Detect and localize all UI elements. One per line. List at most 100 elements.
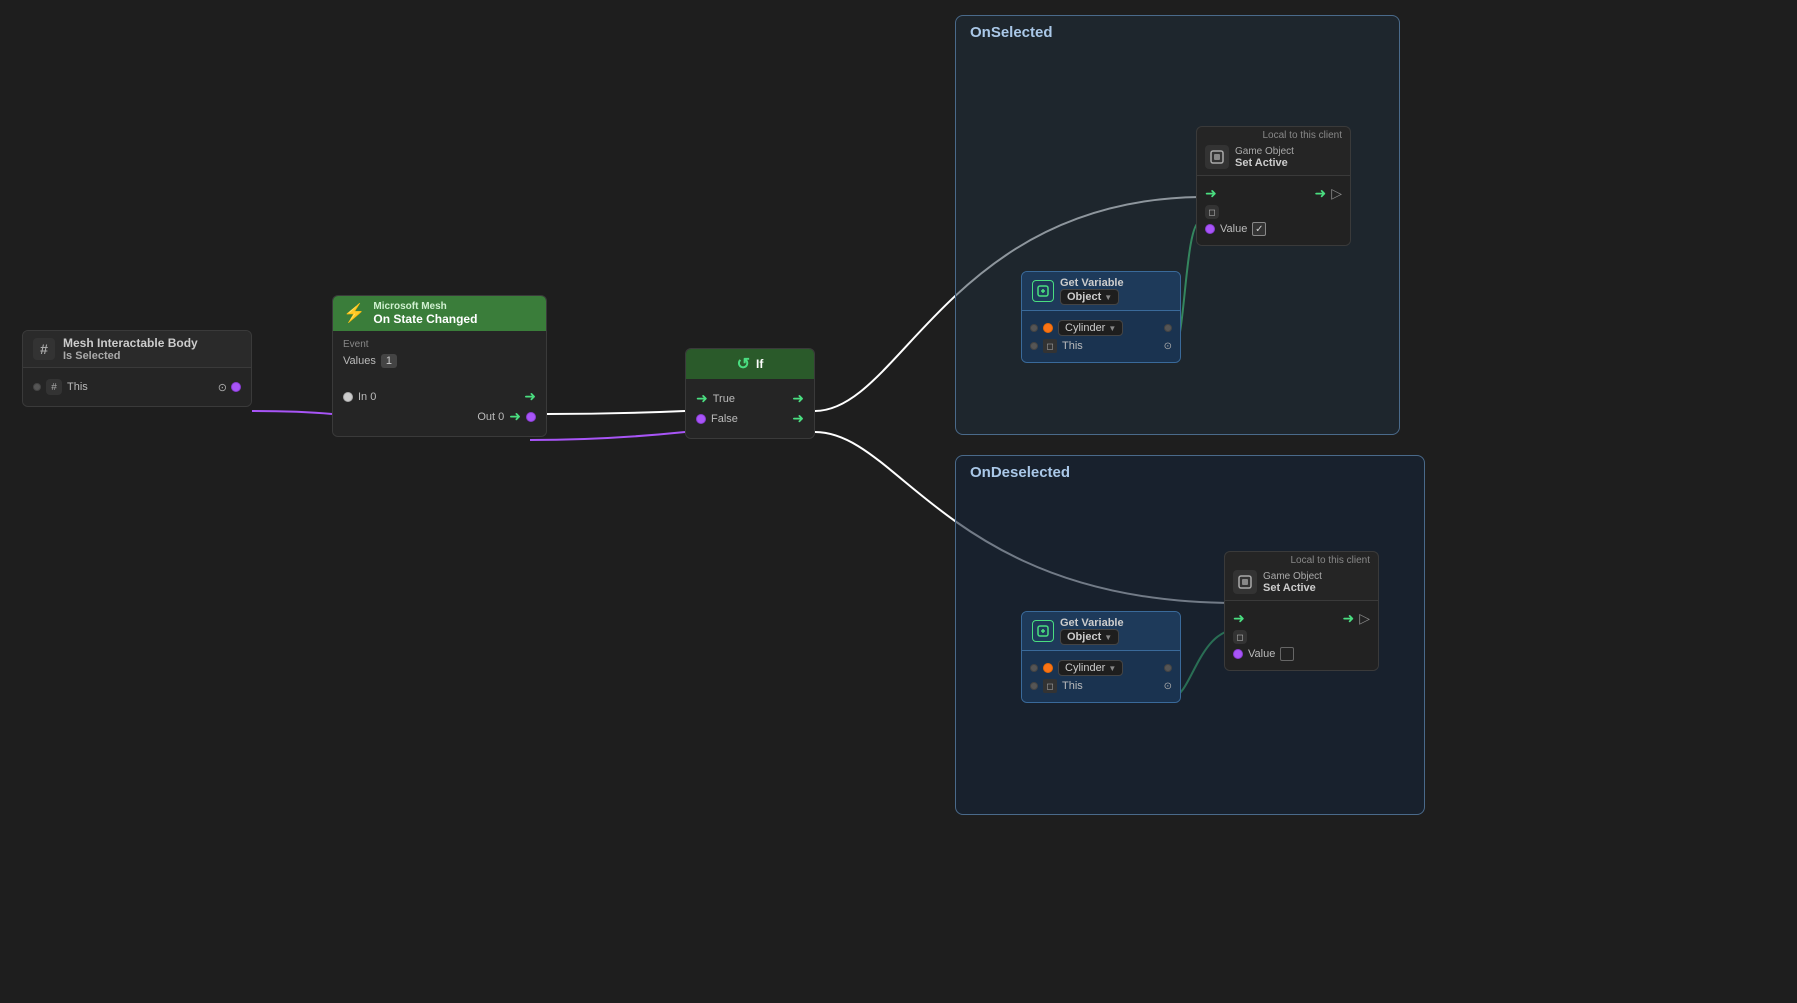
ondeselected-gosetactive-icon xyxy=(1233,570,1257,594)
state-event-type: Event xyxy=(343,339,536,350)
if-true-out-arrow: ➜ xyxy=(792,390,804,407)
ondeselected-play-icon: ▷ xyxy=(1359,610,1370,627)
ondeselected-getvar-header: Get Variable Object ▼ xyxy=(1022,612,1180,651)
ondeselected-getvar-this-row: ◻ This ⊙ xyxy=(1030,679,1172,693)
ondeselected-getvar-cylinder-row: Cylinder ▼ xyxy=(1030,660,1172,676)
mesh-this-label: This xyxy=(67,381,88,393)
ondeselected-go-out-arrow: ➜ xyxy=(1342,610,1354,627)
onselected-go-obj-row: ◻ xyxy=(1205,205,1342,219)
onselected-cylinder-label: Cylinder xyxy=(1065,322,1105,334)
onselected-getvar-node: Get Variable Object ▼ Cylinder ▼ xyxy=(1021,271,1181,363)
ondeselected-local-label: Local to this client xyxy=(1225,552,1378,566)
mesh-port-in xyxy=(33,383,41,391)
mesh-port-out xyxy=(231,382,241,392)
onselected-title: OnSelected xyxy=(956,16,1399,49)
onselected-cylinder-dropdown[interactable]: Cylinder ▼ xyxy=(1058,320,1123,336)
if-body: ➜ True ➜ False ➜ xyxy=(686,379,814,438)
state-out-label: Out 0 xyxy=(477,411,504,423)
onselected-getvar-cylinder-row: Cylinder ▼ xyxy=(1030,320,1172,336)
ondeselected-getvar-title: Get Variable xyxy=(1060,617,1124,629)
lightning-icon: ⚡ xyxy=(343,303,365,324)
onselected-go-label2: Set Active xyxy=(1235,157,1294,169)
ondeselected-getvar-dropdown[interactable]: Object ▼ xyxy=(1060,629,1119,645)
ondeselected-gosetactive-body: ➜ ➜ ▷ ◻ Value xyxy=(1225,601,1378,670)
onselected-getvar-orange xyxy=(1043,323,1053,333)
ondeselected-getvar-port2 xyxy=(1164,664,1172,672)
ondeselected-go-obj-row: ◻ xyxy=(1233,630,1370,644)
node-mesh-title: Mesh Interactable Body xyxy=(63,336,198,350)
onselected-getvar-port3 xyxy=(1030,342,1038,350)
state-in-arrow: ➜ xyxy=(524,388,536,405)
state-in-row: In 0 ➜ xyxy=(343,388,536,405)
onselected-getvar-port1 xyxy=(1030,324,1038,332)
onselected-getvar-dropdown[interactable]: Object ▼ xyxy=(1060,289,1119,305)
mesh-this-icon: # xyxy=(46,379,62,395)
onselected-gosetactive-body: ➜ ➜ ▷ ◻ Value ✓ xyxy=(1197,176,1350,245)
onselected-go-exec-row: ➜ ➜ ▷ xyxy=(1205,185,1342,202)
onselected-go-value-port xyxy=(1205,224,1215,234)
onselected-play-icon: ▷ xyxy=(1331,185,1342,202)
onselected-getvar-dropdown-arrow: ▼ xyxy=(1104,293,1112,302)
onselected-this-icon: ◻ xyxy=(1043,339,1057,353)
state-out-arrow: ➜ xyxy=(509,408,521,425)
onselected-gosetactive-icon xyxy=(1205,145,1229,169)
node-canvas: # Mesh Interactable Body Is Selected # T… xyxy=(0,0,1797,1003)
if-false-label: False xyxy=(711,413,738,425)
refresh-icon: ↺ xyxy=(737,354,750,374)
onselected-getvar-body: Cylinder ▼ ◻ This ⊙ xyxy=(1022,311,1180,362)
state-out-row: Out 0 ➜ xyxy=(343,408,536,425)
onselected-local-label: Local to this client xyxy=(1197,127,1350,141)
state-node-body: Event Values 1 In 0 ➜ Out 0 ➜ xyxy=(333,331,546,436)
onselected-getvar-port2 xyxy=(1164,324,1172,332)
onselected-getvar-this-row: ◻ This ⊙ xyxy=(1030,339,1172,353)
ondeselected-cylinder-dropdown[interactable]: Cylinder ▼ xyxy=(1058,660,1123,676)
if-title: If xyxy=(756,357,763,371)
state-in-port xyxy=(343,392,353,402)
ondeselected-go-value-port xyxy=(1233,649,1243,659)
ondeselected-cylinder-label: Cylinder xyxy=(1065,662,1105,674)
ondeselected-getvar-node: Get Variable Object ▼ Cylinder ▼ xyxy=(1021,611,1181,703)
node-mesh-header: # Mesh Interactable Body Is Selected xyxy=(23,331,251,368)
if-true-row: ➜ True ➜ xyxy=(696,390,804,407)
onselected-getvar-sub: Object xyxy=(1067,291,1101,303)
ondeselected-getvar-port3 xyxy=(1030,682,1038,690)
ondeselected-go-label1: Game Object xyxy=(1263,571,1322,582)
ondeselected-getvar-port1 xyxy=(1030,664,1038,672)
if-false-row: False ➜ xyxy=(696,410,804,427)
if-true-in-arrow: ➜ xyxy=(696,390,708,407)
mesh-clock-icon: ⊙ xyxy=(218,381,227,394)
ondeselected-container: OnDeselected Get Variable Object ▼ xyxy=(955,455,1425,815)
if-true-label: True xyxy=(713,393,735,405)
ondeselected-go-label2: Set Active xyxy=(1263,582,1322,594)
microsoft-mesh-state-node: ⚡ Microsoft Mesh On State Changed Event … xyxy=(332,295,547,437)
ondeselected-go-in-arrow: ➜ xyxy=(1233,610,1245,627)
state-out-port xyxy=(526,412,536,422)
ondeselected-getvar-icon xyxy=(1032,620,1054,642)
ondeselected-value-checkbox[interactable] xyxy=(1280,647,1294,661)
node-mesh-subtitle: Is Selected xyxy=(63,350,198,362)
ondeselected-getvar-sub: Object xyxy=(1067,631,1101,643)
onselected-getvar-title: Get Variable xyxy=(1060,277,1124,289)
state-values-row: Values 1 xyxy=(343,354,536,368)
mesh-port-this: # This ⊙ xyxy=(33,379,241,395)
onselected-this-clock: ⊙ xyxy=(1164,341,1172,352)
connection-lines xyxy=(0,0,1797,1003)
ondeselected-getvar-body: Cylinder ▼ ◻ This ⊙ xyxy=(1022,651,1180,702)
onselected-this-label: This xyxy=(1062,340,1083,352)
state-node-header: ⚡ Microsoft Mesh On State Changed xyxy=(333,296,546,331)
if-node: ↺ If ➜ True ➜ False ➜ xyxy=(685,348,815,439)
ondeselected-go-obj-icon: ◻ xyxy=(1233,630,1247,644)
if-false-in-port xyxy=(696,414,706,424)
onselected-go-in-arrow: ➜ xyxy=(1205,185,1217,202)
onselected-value-checkbox[interactable]: ✓ xyxy=(1252,222,1266,236)
ondeselected-go-value-row: Value xyxy=(1233,647,1370,661)
state-event-label: On State Changed xyxy=(373,312,477,326)
onselected-gosetactive-node: Local to this client Game Object Set Act… xyxy=(1196,126,1351,246)
if-false-out-arrow: ➜ xyxy=(792,410,804,427)
state-provider-label: Microsoft Mesh xyxy=(373,301,477,312)
onselected-go-out-arrow: ➜ xyxy=(1314,185,1326,202)
onselected-go-obj-icon: ◻ xyxy=(1205,205,1219,219)
mesh-interactable-body-node: # Mesh Interactable Body Is Selected # T… xyxy=(22,330,252,407)
ondeselected-go-exec-row: ➜ ➜ ▷ xyxy=(1233,610,1370,627)
ondeselected-gosetactive-node: Local to this client Game Object Set Act… xyxy=(1224,551,1379,671)
